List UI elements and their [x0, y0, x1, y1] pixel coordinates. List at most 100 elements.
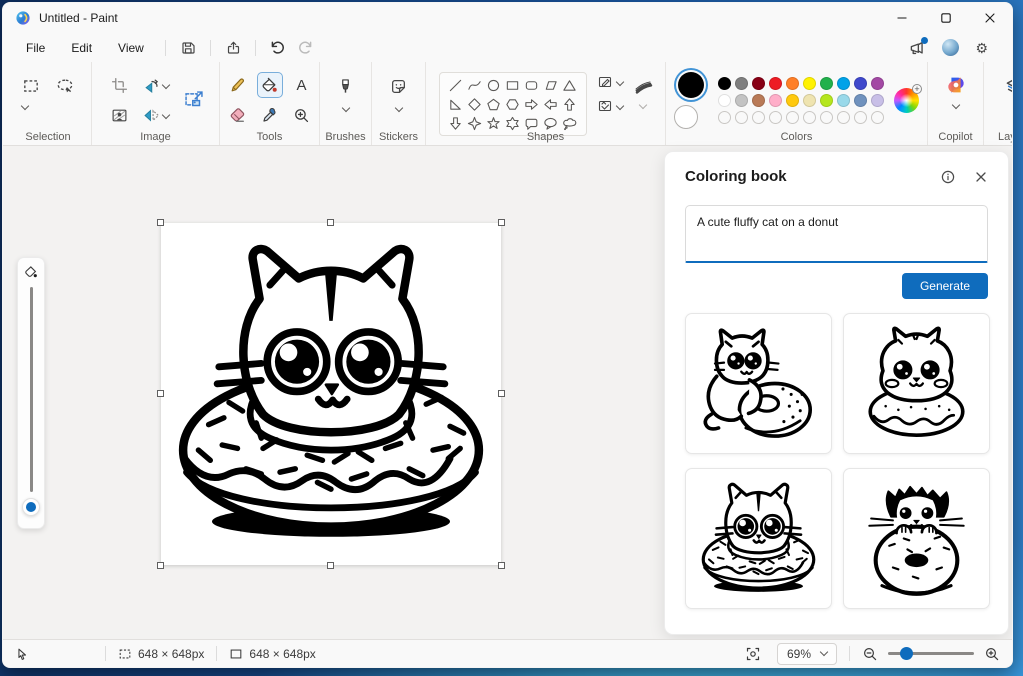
resize-handle[interactable] [157, 562, 164, 569]
shape-star-5-icon[interactable] [486, 116, 501, 131]
generated-image-1[interactable] [685, 313, 832, 454]
resize-handle[interactable] [157, 390, 164, 397]
copilot-dropdown[interactable] [953, 102, 959, 114]
shape-rectangle-icon[interactable] [505, 78, 520, 93]
flip-button[interactable] [139, 102, 173, 128]
empty-color-slot[interactable] [786, 111, 799, 124]
foreground-color-swatch[interactable] [678, 72, 704, 98]
color-swatch[interactable] [769, 94, 782, 107]
shape-quadrilateral-icon[interactable] [543, 78, 558, 93]
zoom-slider-track[interactable] [888, 652, 974, 655]
brushes-button[interactable] [333, 73, 359, 99]
shape-arrow-left-icon[interactable] [543, 97, 558, 112]
shape-line-icon[interactable] [448, 78, 463, 93]
generated-image-4[interactable] [843, 468, 990, 609]
empty-color-slot[interactable] [854, 111, 867, 124]
shape-outline-button[interactable] [597, 74, 623, 90]
settings-button[interactable]: ⚙ [975, 41, 988, 55]
color-swatch[interactable] [871, 77, 884, 90]
rectangle-select-button[interactable] [18, 73, 44, 99]
size-slider-track[interactable] [30, 287, 33, 492]
maximize-button[interactable] [924, 3, 968, 33]
color-swatch[interactable] [854, 94, 867, 107]
color-picker-button[interactable] [257, 102, 283, 128]
zoom-level-dropdown[interactable]: 69% [777, 643, 837, 665]
prompt-input[interactable]: A cute fluffy cat on a donut [685, 205, 988, 263]
color-swatch[interactable] [837, 77, 850, 90]
chevron-down-icon[interactable] [638, 101, 646, 109]
eraser-tool-button[interactable] [225, 102, 251, 128]
shape-arrow-up-icon[interactable] [562, 97, 577, 112]
color-swatch[interactable] [735, 94, 748, 107]
shape-speech-oval-icon[interactable] [543, 116, 558, 131]
resize-handle[interactable] [498, 390, 505, 397]
color-swatch[interactable] [769, 77, 782, 90]
menu-view[interactable]: View [105, 37, 157, 59]
shape-oval-icon[interactable] [486, 78, 501, 93]
rotate-button[interactable] [139, 72, 173, 98]
resize-handle[interactable] [327, 219, 334, 226]
shape-speech-rounded-icon[interactable] [524, 116, 539, 131]
shape-rounded-rectangle-icon[interactable] [524, 78, 539, 93]
color-swatch[interactable] [803, 77, 816, 90]
shapes-gallery[interactable] [439, 72, 587, 136]
empty-color-slot[interactable] [769, 111, 782, 124]
shape-star-4-icon[interactable] [467, 116, 482, 131]
color-swatch[interactable] [837, 94, 850, 107]
zoom-slider-thumb[interactable] [900, 647, 913, 660]
redo-button[interactable] [292, 36, 320, 60]
stickers-dropdown[interactable] [396, 105, 402, 117]
undo-button[interactable] [264, 36, 292, 60]
color-swatch[interactable] [820, 94, 833, 107]
shape-arrow-right-icon[interactable] [524, 97, 539, 112]
brushes-dropdown[interactable] [343, 105, 349, 117]
color-swatch[interactable] [718, 77, 731, 90]
shape-pentagon-icon[interactable] [486, 97, 501, 112]
color-swatch[interactable] [735, 77, 748, 90]
shape-right-triangle-icon[interactable] [448, 97, 463, 112]
minimize-button[interactable] [880, 3, 924, 33]
shape-diamond-icon[interactable] [467, 97, 482, 112]
resize-handle[interactable] [498, 562, 505, 569]
background-removal-button[interactable] [107, 102, 133, 128]
canvas[interactable] [161, 223, 501, 565]
color-swatch[interactable] [786, 94, 799, 107]
shape-star-6-icon[interactable] [505, 116, 520, 131]
resize-handle[interactable] [327, 562, 334, 569]
shape-arrow-down-icon[interactable] [448, 116, 463, 131]
empty-color-slot[interactable] [837, 111, 850, 124]
pencil-tool-button[interactable] [225, 72, 251, 98]
color-swatch[interactable] [786, 77, 799, 90]
menu-edit[interactable]: Edit [58, 37, 105, 59]
color-swatch[interactable] [871, 94, 884, 107]
shape-fill-button[interactable] [597, 98, 623, 114]
copilot-button[interactable] [943, 72, 969, 98]
free-select-button[interactable] [52, 73, 78, 99]
share-button[interactable] [219, 36, 247, 60]
shape-triangle-icon[interactable] [562, 78, 577, 93]
color-swatch[interactable] [854, 77, 867, 90]
empty-color-slot[interactable] [735, 111, 748, 124]
edit-colors-button[interactable]: + [894, 88, 919, 113]
color-swatch[interactable] [752, 77, 765, 90]
generated-image-3[interactable] [685, 468, 832, 609]
layers-button[interactable] [1002, 73, 1014, 99]
generated-image-2[interactable] [843, 313, 990, 454]
feedback-button[interactable] [908, 39, 926, 57]
crop-button[interactable] [107, 72, 133, 98]
zoom-out-icon[interactable] [862, 646, 878, 662]
generate-button[interactable]: Generate [902, 273, 988, 299]
zoom-in-icon[interactable] [984, 646, 1000, 662]
save-button[interactable] [174, 36, 202, 60]
shape-curve-icon[interactable] [467, 78, 482, 93]
close-button[interactable] [968, 3, 1012, 33]
selection-dropdown[interactable] [22, 103, 28, 115]
fit-to-screen-icon[interactable] [745, 646, 761, 662]
text-tool-button[interactable]: A [289, 72, 315, 98]
resize-handle[interactable] [498, 219, 505, 226]
background-color-swatch[interactable] [674, 105, 698, 129]
account-avatar[interactable] [942, 39, 959, 56]
empty-color-slot[interactable] [820, 111, 833, 124]
color-swatch[interactable] [752, 94, 765, 107]
empty-color-slot[interactable] [718, 111, 731, 124]
